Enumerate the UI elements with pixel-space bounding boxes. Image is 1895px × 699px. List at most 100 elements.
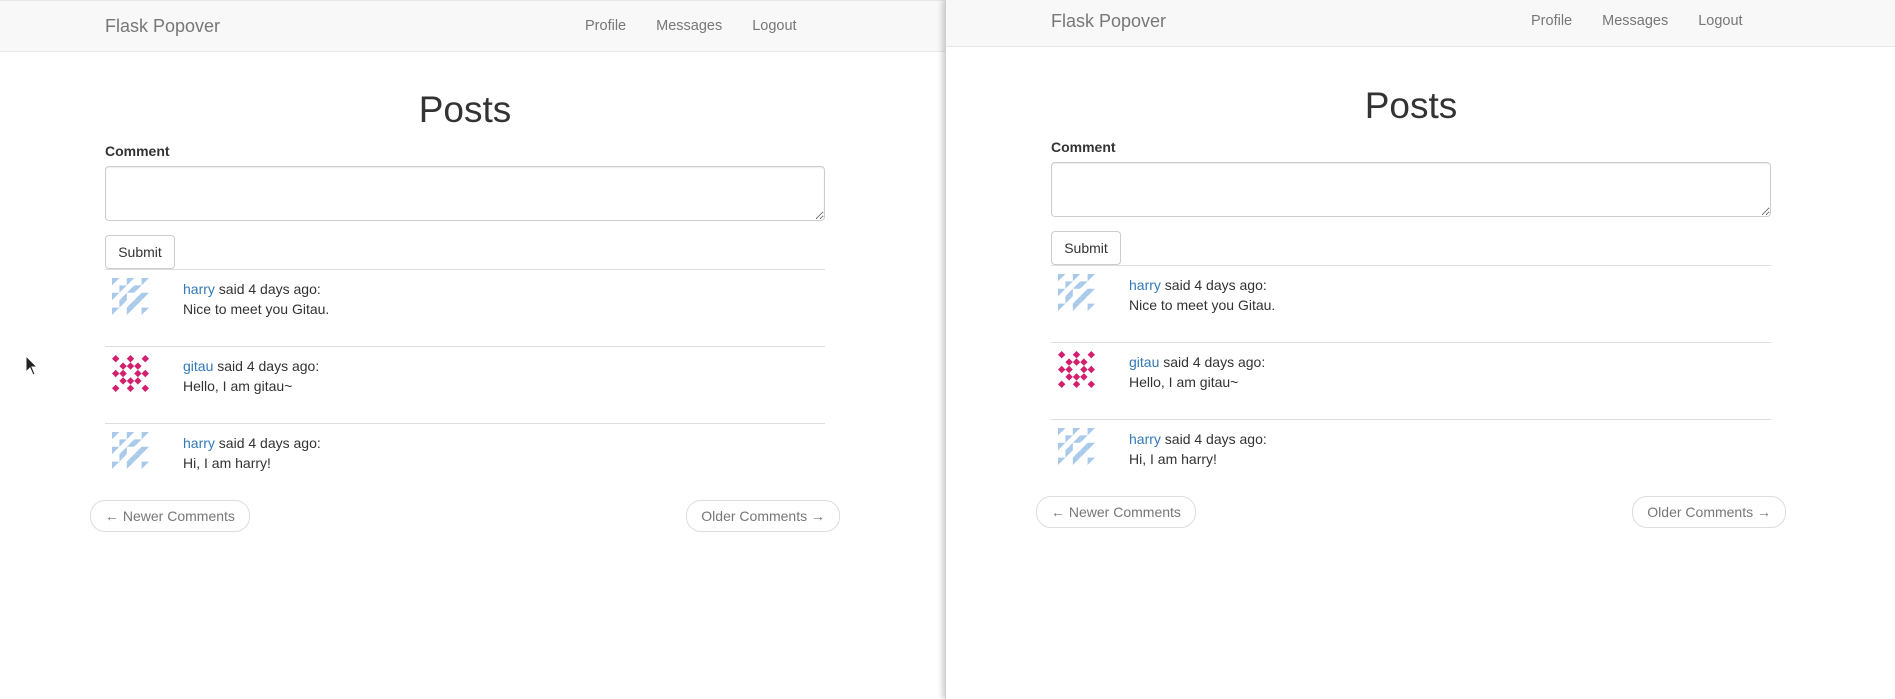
- identicon-cell: [126, 362, 135, 370]
- identicon-cell: [1087, 428, 1095, 436]
- browser-window-left: Flask Popover Profile Messages Logout Po…: [0, 0, 945, 699]
- comment-item: harry said 4 days ago: Nice to meet you …: [105, 269, 825, 346]
- identicon-harry-icon[interactable]: [1058, 274, 1095, 311]
- comment-item: gitau said 4 days ago: Hello, I am gitau…: [1051, 342, 1771, 419]
- identicon-cell: [1072, 380, 1081, 388]
- identicon-cell: [126, 454, 135, 462]
- identicon-cell: [119, 292, 127, 301]
- identicon-gitau-icon[interactable]: [1058, 351, 1095, 388]
- comment-header: gitau said 4 days ago:: [183, 356, 319, 376]
- identicon-cell: [1087, 457, 1095, 465]
- comment-author-link[interactable]: harry: [1129, 277, 1161, 293]
- identicon-cell: [126, 461, 135, 469]
- identicon-cell: [1058, 351, 1066, 359]
- comment-input[interactable]: [105, 166, 825, 221]
- identicon-cell: [1087, 274, 1095, 282]
- comment-author-link[interactable]: gitau: [1129, 354, 1159, 370]
- identicon-harry-icon[interactable]: [112, 432, 149, 469]
- comment-body: Nice to meet you Gitau.: [1129, 297, 1276, 313]
- identicon-cell: [112, 292, 120, 301]
- identicon-cell: [134, 362, 142, 370]
- identicon-cell: [141, 432, 149, 440]
- submit-button[interactable]: Submit: [105, 235, 175, 269]
- comment-item: gitau said 4 days ago: Hello, I am gitau…: [105, 346, 825, 423]
- identicon-cell: [1072, 274, 1081, 282]
- comment-author-link[interactable]: gitau: [183, 358, 213, 374]
- nav-link-profile[interactable]: Profile: [585, 16, 626, 36]
- comment-author-link[interactable]: harry: [183, 281, 215, 297]
- identicon-cell: [126, 384, 135, 392]
- newer-comments-button[interactable]: ← Newer Comments: [1036, 496, 1196, 528]
- identicon-cell: [1065, 288, 1073, 297]
- nav-link-messages[interactable]: Messages: [1602, 11, 1668, 31]
- identicon-cell: [134, 377, 142, 385]
- identicon-cell: [1058, 288, 1066, 297]
- navbar-brand[interactable]: Flask Popover: [1051, 11, 1166, 31]
- identicon-cell: [1065, 281, 1073, 289]
- navbar: Flask Popover Profile Messages Logout: [946, 0, 1895, 47]
- identicon-cell: [1072, 435, 1081, 443]
- comment-label: Comment: [1051, 139, 1116, 155]
- identicon-cell: [141, 446, 149, 455]
- identicon-cell: [1065, 296, 1073, 304]
- pager: ← Newer Comments Older Comments →: [90, 500, 840, 532]
- identicon-cell: [112, 446, 120, 455]
- comment-header: gitau said 4 days ago:: [1129, 352, 1265, 372]
- nav-link-profile[interactable]: Profile: [1531, 11, 1572, 31]
- comment-author-link[interactable]: harry: [1129, 431, 1161, 447]
- identicon-cell: [112, 384, 120, 392]
- identicon-cell: [126, 278, 135, 286]
- identicon-harry-icon[interactable]: [1058, 428, 1095, 465]
- identicon-cell: [1065, 365, 1073, 374]
- identicon-cell: [126, 300, 135, 308]
- identicon-harry-icon[interactable]: [112, 278, 149, 315]
- page-title: Posts: [418, 89, 512, 130]
- comment-header: harry said 4 days ago:: [183, 279, 321, 299]
- comment-item: harry said 4 days ago: Nice to meet you …: [1051, 265, 1771, 342]
- identicon-cell: [1080, 296, 1088, 304]
- identicon-cell: [1080, 281, 1088, 289]
- identicon-cell: [1065, 450, 1073, 458]
- identicon-cell: [1080, 288, 1088, 297]
- comment-item: harry said 4 days ago: Hi, I am harry!: [105, 423, 825, 500]
- comment-meta: said 4 days ago:: [213, 358, 320, 374]
- identicon-cell: [112, 278, 120, 286]
- submit-button[interactable]: Submit: [1051, 231, 1121, 265]
- nav-links: Profile Messages Logout: [585, 16, 827, 36]
- identicon-cell: [134, 446, 142, 455]
- nav-link-messages[interactable]: Messages: [656, 16, 722, 36]
- identicon-cell: [1058, 457, 1066, 465]
- comment-list: harry said 4 days ago: Nice to meet you …: [1051, 265, 1771, 496]
- comment-body: Nice to meet you Gitau.: [183, 301, 330, 317]
- identicon-cell: [1072, 358, 1081, 366]
- comment-item: harry said 4 days ago: Hi, I am harry!: [1051, 419, 1771, 496]
- identicon-cell: [126, 285, 135, 293]
- identicon-cell: [1087, 365, 1095, 374]
- older-comments-button[interactable]: Older Comments →: [1632, 496, 1786, 528]
- identicon-cell: [141, 292, 149, 301]
- identicon-cell: [1080, 365, 1088, 374]
- comment-header: harry said 4 days ago:: [1129, 275, 1267, 295]
- identicon-cell: [119, 369, 127, 378]
- nav-link-logout[interactable]: Logout: [1698, 11, 1742, 31]
- page-title: Posts: [1364, 85, 1458, 126]
- comment-label: Comment: [105, 143, 170, 159]
- identicon-cell: [1065, 442, 1073, 451]
- identicon-gitau-icon[interactable]: [112, 355, 149, 392]
- identicon-cell: [141, 355, 149, 363]
- identicon-cell: [119, 439, 127, 447]
- identicon-cell: [119, 446, 127, 455]
- older-comments-button[interactable]: Older Comments →: [686, 500, 840, 532]
- identicon-cell: [1072, 351, 1081, 359]
- comment-author-link[interactable]: harry: [183, 435, 215, 451]
- newer-comments-button[interactable]: ← Newer Comments: [90, 500, 250, 532]
- identicon-cell: [1080, 373, 1088, 381]
- comment-list: harry said 4 days ago: Nice to meet you …: [105, 269, 825, 500]
- identicon-cell: [141, 278, 149, 286]
- navbar-brand[interactable]: Flask Popover: [105, 16, 220, 36]
- mouse-cursor-icon: [25, 355, 39, 376]
- nav-link-logout[interactable]: Logout: [752, 16, 796, 36]
- comment-input[interactable]: [1051, 162, 1771, 217]
- identicon-cell: [1072, 296, 1081, 304]
- identicon-cell: [1058, 303, 1066, 311]
